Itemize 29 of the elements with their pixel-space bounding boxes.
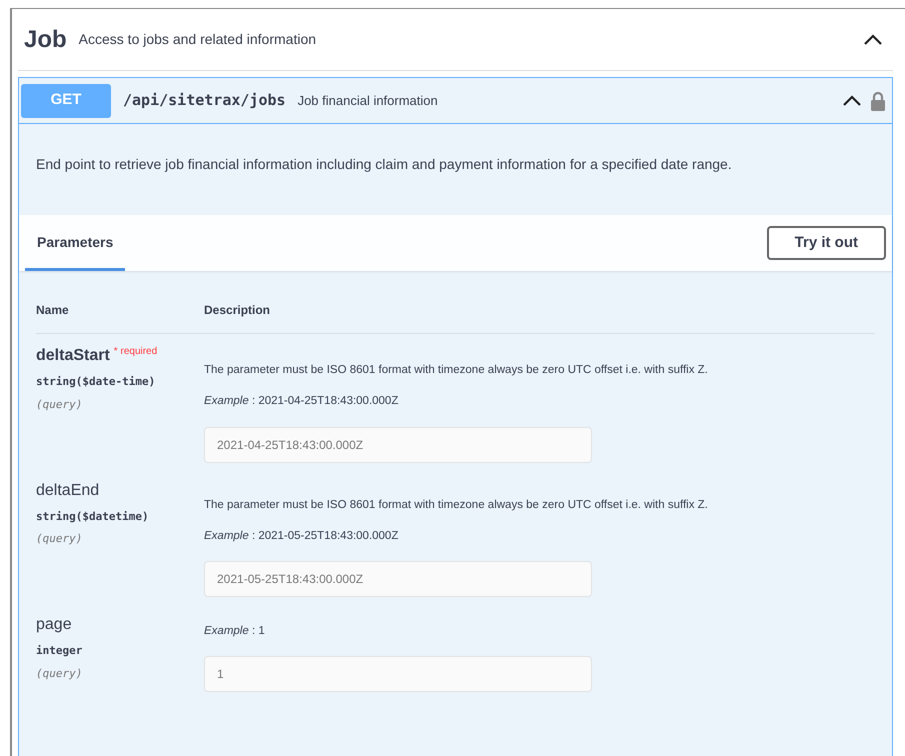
parameters-tab[interactable]: Parameters <box>25 215 126 271</box>
parameter-description: The parameter must be ISO 8601 format with timezone always be zero UTC offset i.e. with suffix Z. <box>204 498 708 512</box>
column-header: Description <box>204 302 270 319</box>
chevron-up-icon[interactable] <box>863 34 883 46</box>
tag-header[interactable]: Job Access to jobs and related information <box>18 9 893 71</box>
parameter-location: (query) <box>36 666 84 682</box>
parameter-type: string($datetime) <box>36 508 150 524</box>
parameter-name: deltaStart <box>36 346 110 366</box>
parameter-name: deltaEnd <box>36 480 100 500</box>
parameter-location: (query) <box>36 396 84 412</box>
try-it-out-button[interactable]: Try it out <box>766 226 886 260</box>
column-header: Name <box>36 302 70 319</box>
tag-name: Job <box>24 24 67 54</box>
parameter-location: (query) <box>36 531 84 547</box>
parameter-name: page <box>36 615 72 635</box>
lock-icon[interactable] <box>870 90 886 110</box>
parameter-type: string($date-time) <box>36 374 156 390</box>
operation-description: End point to retrieve job financial information including claim and payment information for a specified date range. <box>35 155 733 174</box>
endpoint-path: /api/sitetrax/jobs <box>123 90 286 112</box>
tag-description: Access to jobs and related information <box>78 30 316 49</box>
method-badge: GET <box>21 84 111 118</box>
chevron-up-icon[interactable] <box>842 94 862 106</box>
parameter-example: Example : 2021-05-25T18:43:00.000Z <box>204 528 400 544</box>
required-label: * required <box>114 345 158 359</box>
parameter-example: Example : 2021-04-25T18:43:00.000Z <box>204 394 400 410</box>
endpoint-summary: Job financial information <box>298 92 438 110</box>
parameter-type: integer <box>36 643 84 659</box>
parameter-description: The parameter must be ISO 8601 format with timezone always be zero UTC offset i.e. with suffix Z. <box>204 363 708 378</box>
parameter-example: Example : 1 <box>204 624 266 639</box>
